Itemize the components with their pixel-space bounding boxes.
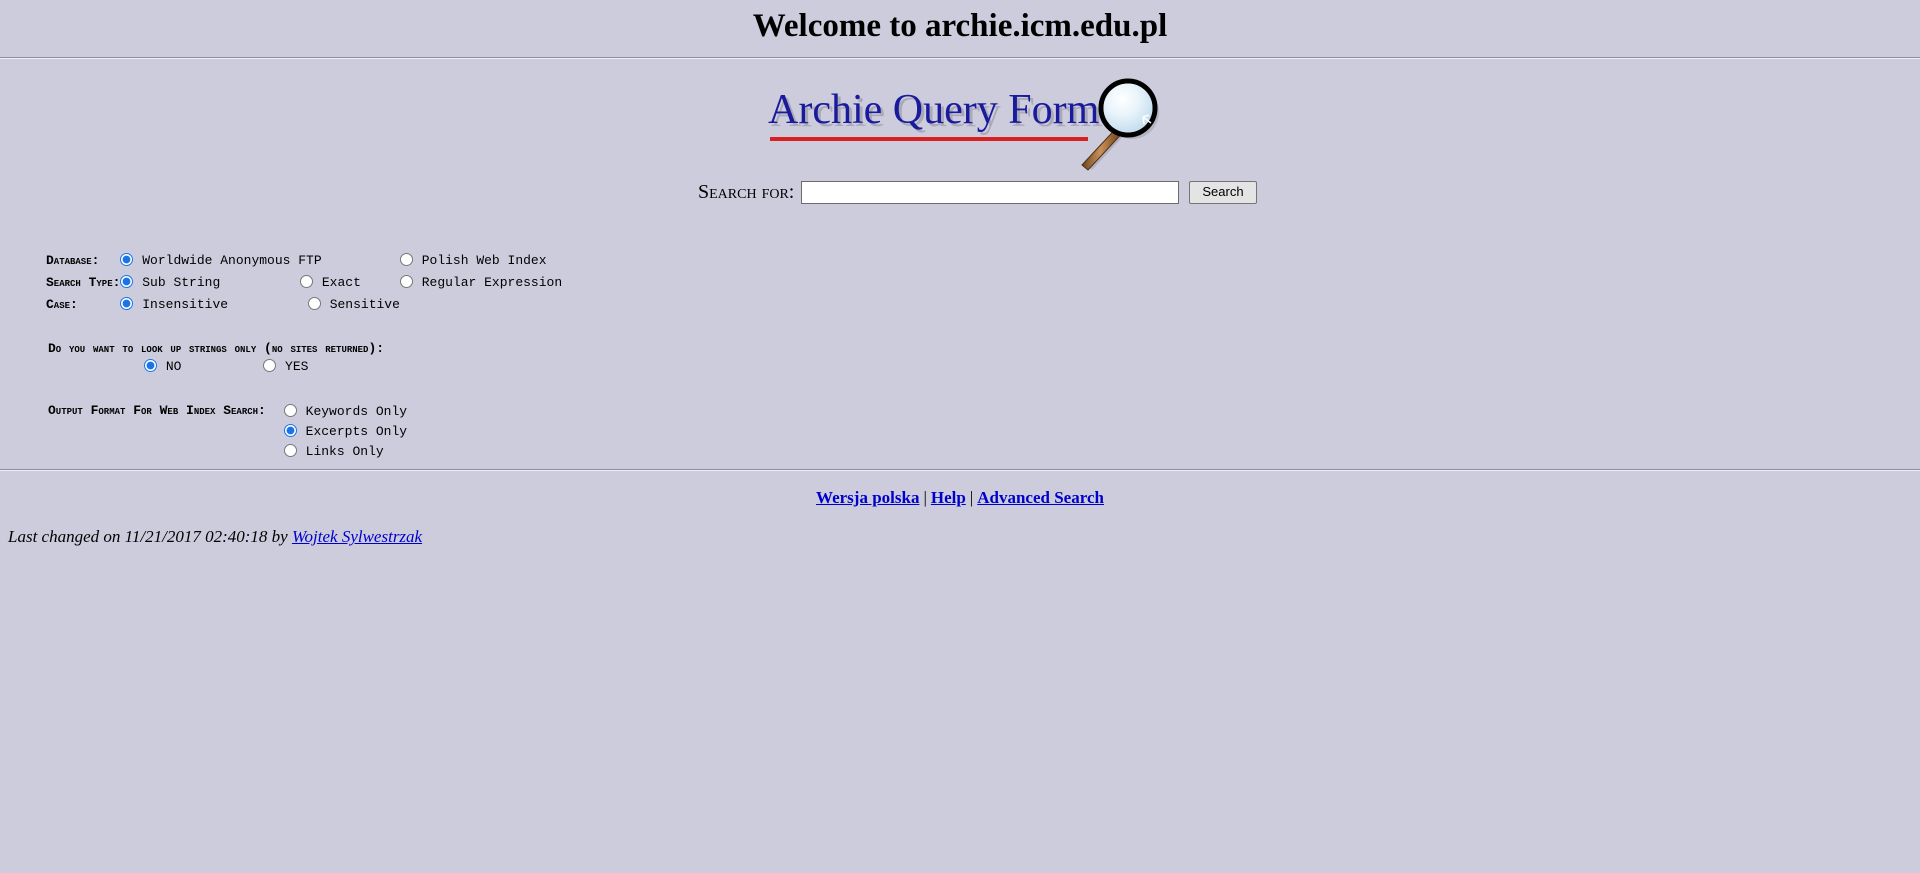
radio-strings-only-yes-label[interactable]: YES xyxy=(285,359,308,374)
radio-case-insensitive[interactable] xyxy=(120,297,134,311)
database-choice-1: Polish Web Index xyxy=(399,251,562,273)
radio-search-type-exact[interactable] xyxy=(300,275,314,289)
search-type-choice-0: Sub String Exact xyxy=(120,273,399,295)
last-changed-line: Last changed on 11/21/2017 02:40:18 by W… xyxy=(0,527,1920,547)
footer-separator-2: | xyxy=(969,488,974,508)
radio-search-type-regular-expression[interactable] xyxy=(399,275,413,289)
link-help[interactable]: Help xyxy=(931,488,966,507)
link-advanced-search[interactable]: Advanced Search xyxy=(977,488,1104,507)
strings-only-question: Do you want to look up strings only (no … xyxy=(48,341,385,357)
output-format-options: Keywords Only Excerpts Only Links Only xyxy=(283,402,407,462)
radio-output-excerpts-only-label[interactable]: Excerpts Only xyxy=(306,424,407,439)
radio-database-worldwide-ftp-label[interactable]: Worldwide Anonymous FTP xyxy=(142,253,321,268)
query-options-form: Database: Worldwide Anonymous FTP Polish… xyxy=(0,251,1920,462)
logo-banner: Archie Query Form xyxy=(0,59,1920,172)
archie-query-form-logo-text: Archie Query Form xyxy=(768,87,1100,134)
page-title: Welcome to archie.icm.edu.pl xyxy=(752,8,1168,44)
search-for-label: Search for: xyxy=(698,181,795,204)
radio-database-polish-web-index-label[interactable]: Polish Web Index xyxy=(422,253,547,268)
search-button[interactable]: Search xyxy=(1189,181,1257,205)
case-choice-0: Insensitive Sensitive xyxy=(120,295,400,317)
search-type-choice-2: Regular Expression xyxy=(399,273,562,295)
radio-search-type-sub-string-label[interactable]: Sub String xyxy=(142,275,220,290)
database-choice-0: Worldwide Anonymous FTP xyxy=(120,251,399,273)
radio-strings-only-no-label[interactable]: NO xyxy=(166,359,182,374)
options-table: Database: Worldwide Anonymous FTP Polish… xyxy=(46,251,562,317)
table-row: Search Type: Sub String Exact Regular Ex… xyxy=(46,273,562,295)
search-type-label: Search Type: xyxy=(46,275,121,291)
footer-divider xyxy=(0,469,1920,472)
logo-wrap: Archie Query Form xyxy=(768,75,1168,172)
radio-case-insensitive-label[interactable]: Insensitive xyxy=(142,297,228,312)
table-row: Database: Worldwide Anonymous FTP Polish… xyxy=(46,251,562,273)
radio-output-keywords-only-label[interactable]: Keywords Only xyxy=(306,404,407,419)
radio-strings-only-yes[interactable] xyxy=(263,359,277,373)
output-format-block: Output Format For Web Index Search: Keyw… xyxy=(46,402,1920,462)
link-wersja-polska[interactable]: Wersja polska xyxy=(816,488,919,507)
radio-output-keywords-only[interactable] xyxy=(283,404,297,418)
logo-red-underline xyxy=(770,137,1088,142)
radio-output-excerpts-only[interactable] xyxy=(283,424,297,438)
search-input[interactable] xyxy=(801,181,1180,205)
radio-search-type-sub-string[interactable] xyxy=(120,275,134,289)
radio-case-sensitive[interactable] xyxy=(307,297,321,311)
strings-only-options: NO YES xyxy=(46,359,1920,374)
radio-case-sensitive-label[interactable]: Sensitive xyxy=(330,297,400,312)
table-row: Case: Insensitive Sensitive xyxy=(46,295,562,317)
radio-output-links-only[interactable] xyxy=(283,444,297,458)
footer-separator-1: | xyxy=(923,488,927,508)
case-label: Case: xyxy=(46,297,78,313)
output-format-label: Output Format For Web Index Search: xyxy=(48,403,266,419)
footer-links: Wersja polska | Help | Advanced Search xyxy=(0,488,1920,508)
strings-only-block: Do you want to look up strings only (no … xyxy=(46,341,1920,374)
radio-database-polish-web-index[interactable] xyxy=(399,253,413,267)
last-changed-text: Last changed on 11/21/2017 02:40:18 by xyxy=(8,527,288,547)
radio-database-worldwide-ftp[interactable] xyxy=(120,253,134,267)
radio-search-type-exact-label[interactable]: Exact xyxy=(322,275,361,290)
case-choice-empty xyxy=(400,295,562,317)
radio-search-type-regular-expression-label[interactable]: Regular Expression xyxy=(422,275,562,290)
database-label: Database: xyxy=(46,253,100,269)
search-inner: Search for: Search xyxy=(698,181,1257,205)
search-row: Search for: Search xyxy=(0,177,1920,221)
radio-output-links-only-label[interactable]: Links Only xyxy=(306,444,384,459)
radio-strings-only-no[interactable] xyxy=(144,359,157,373)
magnifying-glass-icon xyxy=(1068,77,1168,172)
link-author[interactable]: Wojtek Sylwestrzak xyxy=(292,527,422,546)
